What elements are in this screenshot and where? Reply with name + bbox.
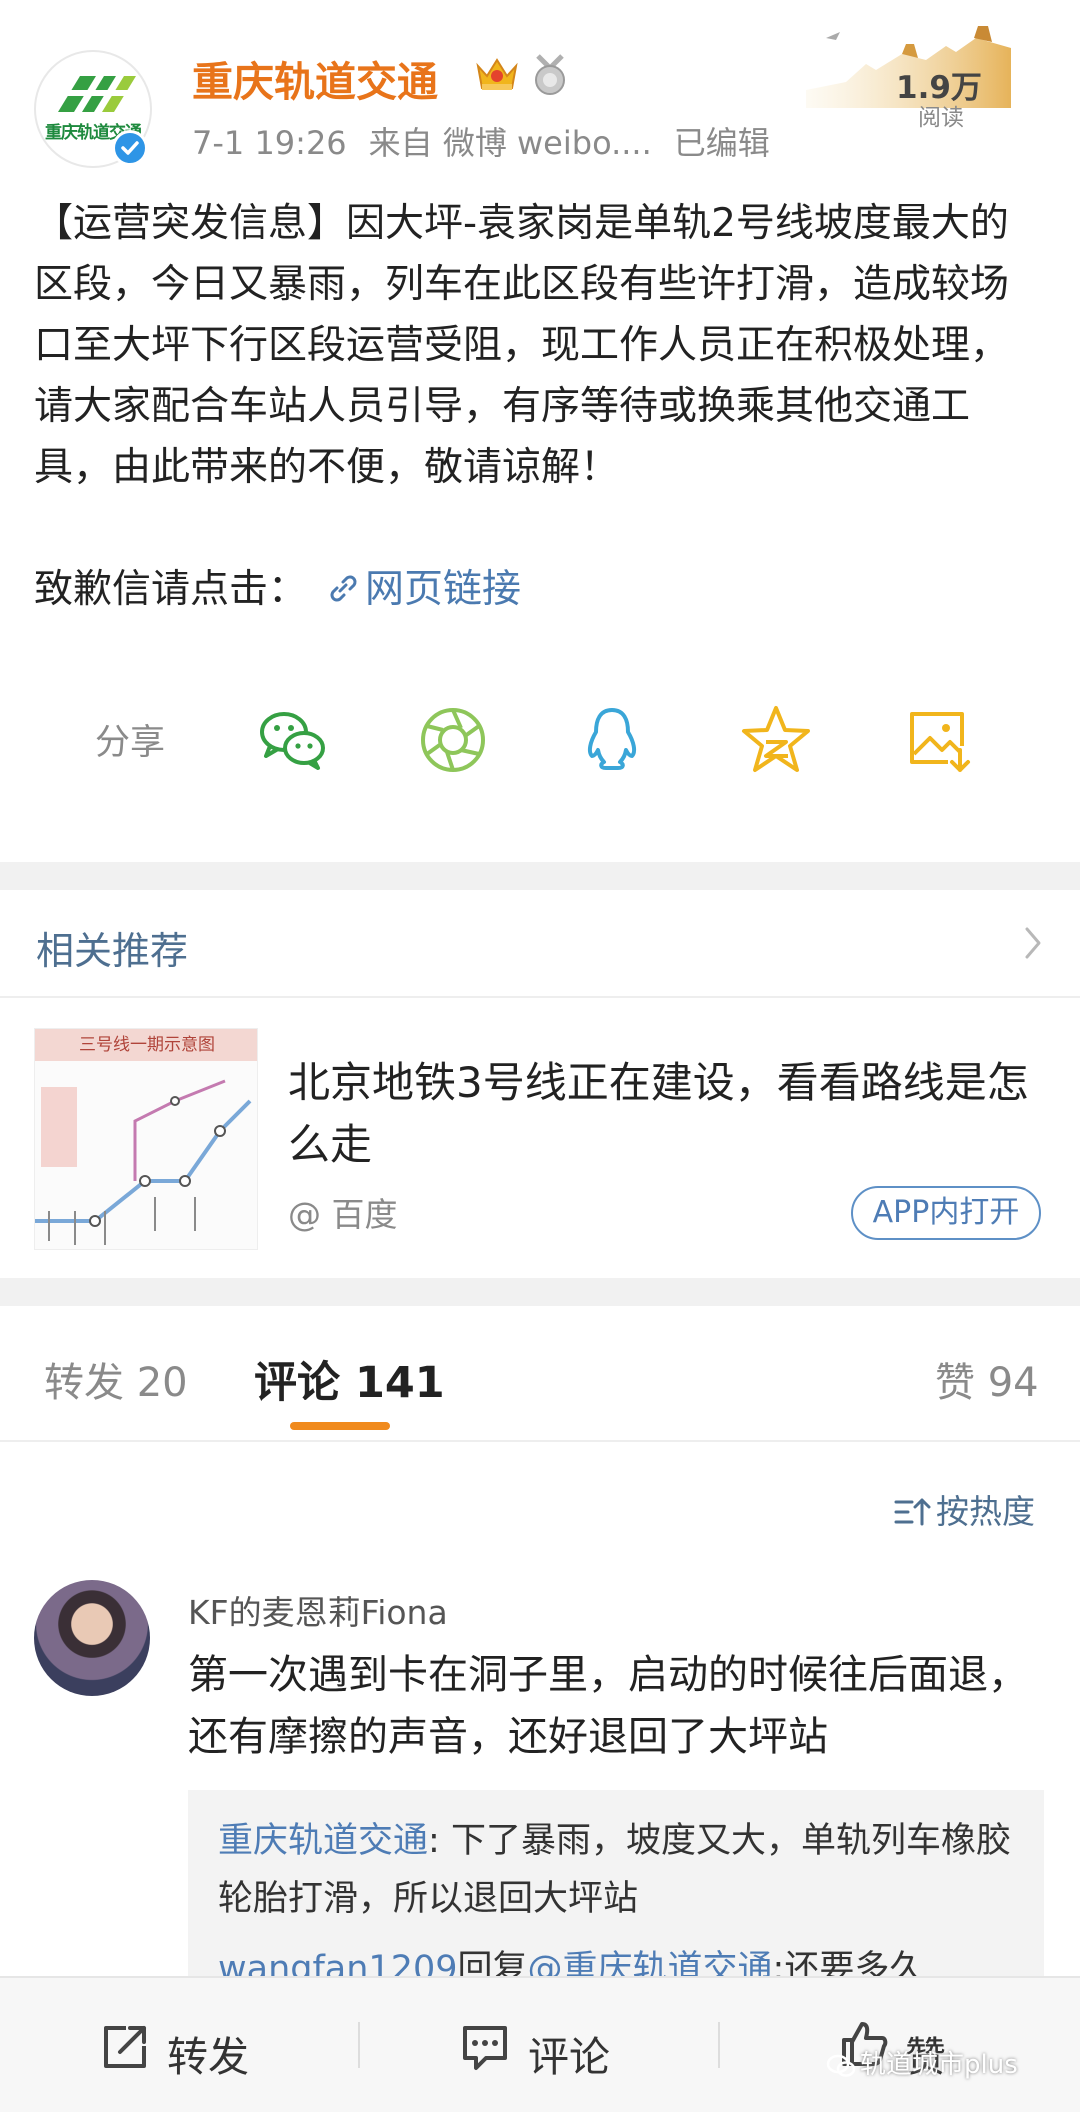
sort-by-popularity-button[interactable]: 按热度 bbox=[894, 1485, 1035, 1533]
watermark: 轨道城市plus bbox=[826, 2044, 1018, 2081]
qzone-icon[interactable] bbox=[736, 700, 816, 780]
read-label: 阅读 bbox=[918, 105, 964, 131]
account-name[interactable]: 重庆轨道交通 bbox=[192, 48, 438, 108]
divider bbox=[718, 2022, 720, 2068]
comment-icon[interactable] bbox=[460, 2022, 510, 2072]
verified-badge-icon bbox=[112, 130, 148, 166]
divider bbox=[0, 996, 1080, 998]
related-article-title[interactable]: 北京地铁3号线正在建设，看看路线是怎么走 bbox=[288, 1052, 1048, 1176]
reply-author[interactable]: 重庆轨道交通 bbox=[218, 1821, 428, 1861]
section-separator bbox=[0, 862, 1080, 890]
qq-icon[interactable] bbox=[572, 700, 652, 780]
tab-comments[interactable]: 评论 141 bbox=[254, 1348, 445, 1410]
related-article-source: @ 百度 bbox=[288, 1195, 398, 1234]
post-body: 【运营突发信息】因大坪-袁家岗是单轨2号线坡度最大的区段，今日又暴雨，列车在此区… bbox=[34, 201, 1010, 490]
tab-likes[interactable]: 赞 94 bbox=[935, 1350, 1039, 1408]
apology-line: 致歉信请点击： 网页链接 bbox=[34, 559, 521, 620]
save-image-icon[interactable] bbox=[898, 700, 978, 780]
webpage-link[interactable]: 网页链接 bbox=[307, 567, 521, 612]
share-label: 分享 bbox=[95, 723, 166, 763]
related-recommend-title[interactable]: 相关推荐 bbox=[36, 920, 188, 975]
tab-active-indicator bbox=[290, 1422, 390, 1430]
medal-badge-icon[interactable] bbox=[530, 54, 570, 96]
related-thumbnail[interactable]: 三号线一期示意图 bbox=[34, 1028, 258, 1250]
comment-button-label[interactable]: 评论 bbox=[528, 2023, 610, 2083]
divider bbox=[358, 2022, 360, 2068]
sort-icon bbox=[894, 1498, 931, 1526]
rail-logo-icon bbox=[56, 76, 136, 112]
repost-icon[interactable] bbox=[100, 2022, 150, 2072]
wechat-watermark-icon bbox=[826, 2054, 856, 2077]
wechat-icon[interactable] bbox=[252, 700, 332, 780]
apology-prefix: 致歉信请点击： bbox=[34, 567, 308, 612]
tab-reposts[interactable]: 转发 20 bbox=[44, 1350, 188, 1408]
open-in-app-button[interactable]: APP内打开 bbox=[851, 1186, 1041, 1240]
subway-map-icon bbox=[35, 1079, 252, 1245]
repost-button-label[interactable]: 转发 bbox=[167, 2023, 249, 2083]
thumbnail-caption: 三号线一期示意图 bbox=[79, 1035, 215, 1055]
post-meta: 7-1 19:26 来自 微博 weibo.... 已编辑 bbox=[192, 118, 770, 164]
chevron-right-icon[interactable] bbox=[1023, 925, 1043, 961]
comment-text: 第一次遇到卡在洞子里，启动的时候往后面退，还有摩擦的声音，还好退回了大坪站 bbox=[188, 1652, 1028, 1760]
divider bbox=[0, 1440, 1080, 1442]
post-time: 7-1 19:26 bbox=[192, 124, 347, 162]
moments-icon[interactable] bbox=[413, 700, 493, 780]
section-separator bbox=[0, 1278, 1080, 1306]
commenter-avatar[interactable] bbox=[34, 1580, 150, 1696]
edited-label[interactable]: 已编辑 bbox=[674, 124, 770, 162]
reply-separator: : bbox=[428, 1821, 440, 1861]
reply-item: 重庆轨道交通: 下了暴雨，坡度又大，单轨列车橡胶轮胎打滑，所以退回大坪站 bbox=[218, 1812, 1018, 1928]
post-source[interactable]: 来自 微博 weibo.... bbox=[369, 124, 652, 162]
commenter-name[interactable]: KF的麦恩莉Fiona bbox=[188, 1586, 448, 1634]
crown-badge-icon[interactable] bbox=[474, 54, 520, 94]
link-icon bbox=[330, 575, 357, 602]
